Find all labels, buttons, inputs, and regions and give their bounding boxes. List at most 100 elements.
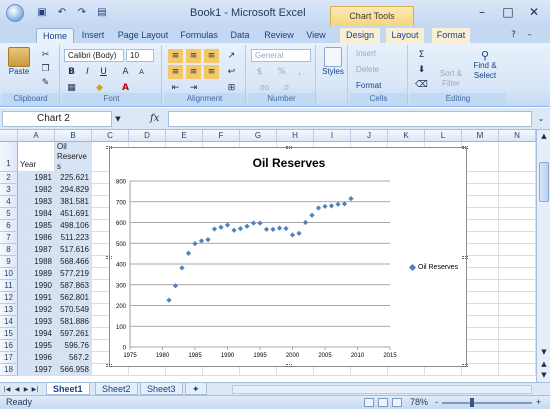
expand-formula-bar-icon[interactable]: ⌄	[535, 112, 547, 126]
number-format-select[interactable]: General	[251, 49, 311, 62]
cell-a11[interactable]: 1990	[18, 280, 55, 292]
row-header-10[interactable]: 10	[0, 268, 18, 280]
cell-a5[interactable]: 1984	[18, 208, 55, 220]
chart-object[interactable]: Oil Reserves 0 100 200 300 400 500 600 700 800 19…	[106, 146, 468, 367]
cell-b16[interactable]: 596.76	[55, 340, 92, 352]
sheet-tab-sheet1[interactable]: Sheet1	[46, 383, 90, 395]
zoom-slider[interactable]	[442, 402, 532, 404]
cell-b14[interactable]: 581.886	[55, 316, 92, 328]
percent-button[interactable]: %	[274, 65, 289, 79]
row-header-2[interactable]: 2	[0, 172, 18, 184]
cell-b2[interactable]: 225.621	[55, 172, 92, 184]
column-header-a[interactable]: A	[18, 130, 55, 142]
font-size-select[interactable]: 10	[126, 49, 154, 62]
sheet-tab-sheet2[interactable]: Sheet2	[95, 383, 138, 395]
cell-n11[interactable]	[499, 280, 536, 292]
row-header-13[interactable]: 13	[0, 304, 18, 316]
cell-b18[interactable]: 566.958	[55, 364, 92, 376]
align-top-icon[interactable]: ≡	[168, 49, 183, 63]
autosum-icon[interactable]: Σ	[414, 48, 429, 62]
row-header-17[interactable]: 17	[0, 352, 18, 364]
tab-review[interactable]: Review	[260, 28, 298, 43]
row-header-9[interactable]: 9	[0, 256, 18, 268]
row-header-14[interactable]: 14	[0, 316, 18, 328]
insert-sheet-icon[interactable]: ✦	[185, 383, 207, 395]
cell-b12[interactable]: 562.801	[55, 292, 92, 304]
format-painter-icon[interactable]: ✎	[38, 76, 53, 90]
page-break-view-icon[interactable]	[392, 398, 402, 407]
column-header-h[interactable]: H	[277, 130, 314, 142]
row-header-6[interactable]: 6	[0, 220, 18, 232]
cell-a16[interactable]: 1995	[18, 340, 55, 352]
print-preview-icon[interactable]: ▤	[94, 6, 110, 20]
cell-b11[interactable]: 587.863	[55, 280, 92, 292]
tab-layout[interactable]: Layout	[386, 28, 424, 43]
align-center-icon[interactable]: ≡	[186, 65, 201, 79]
cell-b4[interactable]: 381.581	[55, 196, 92, 208]
comma-button[interactable]: ,	[292, 65, 307, 79]
cell-a10[interactable]: 1989	[18, 268, 55, 280]
cell-n12[interactable]	[499, 292, 536, 304]
align-left-icon[interactable]: ≡	[168, 65, 183, 79]
minimize-icon[interactable]: –	[468, 4, 496, 20]
italic-button[interactable]: I	[80, 65, 95, 79]
tab-format[interactable]: Format	[432, 28, 470, 43]
cell-n2[interactable]	[499, 172, 536, 184]
page-layout-view-icon[interactable]	[378, 398, 388, 407]
first-sheet-icon[interactable]: |◀	[3, 384, 11, 395]
align-bottom-icon[interactable]: ≡	[204, 49, 219, 63]
last-sheet-icon[interactable]: ▶|	[31, 384, 39, 395]
column-header-j[interactable]: J	[351, 130, 388, 142]
help-icon[interactable]: ?	[506, 28, 521, 42]
column-header-n[interactable]: N	[499, 130, 536, 142]
undo-icon[interactable]: ↶	[54, 6, 70, 20]
column-header-b[interactable]: B	[55, 130, 92, 142]
cell-b6[interactable]: 498.106	[55, 220, 92, 232]
ribbon-minimize-icon[interactable]: –	[522, 28, 537, 42]
name-box[interactable]: Chart 2	[2, 111, 112, 127]
formula-input[interactable]	[168, 111, 532, 127]
scroll-down-icon[interactable]: ▼	[538, 347, 550, 358]
cell-a9[interactable]: 1988	[18, 256, 55, 268]
sheet-tab-sheet3[interactable]: Sheet3	[140, 383, 183, 395]
zoom-level[interactable]: 78%	[410, 397, 428, 407]
cell-n18[interactable]	[499, 364, 536, 376]
row-header-15[interactable]: 15	[0, 328, 18, 340]
cell-n7[interactable]	[499, 232, 536, 244]
tab-home[interactable]: Home	[36, 28, 74, 43]
cut-icon[interactable]: ✂	[38, 48, 53, 62]
cell-b3[interactable]: 294.829	[55, 184, 92, 196]
cell-n3[interactable]	[499, 184, 536, 196]
cell-a7[interactable]: 1986	[18, 232, 55, 244]
tab-insert[interactable]: Insert	[76, 28, 110, 43]
tab-formulas[interactable]: Formulas	[176, 28, 222, 43]
insert-cells-button[interactable]: Insert	[356, 49, 376, 59]
align-middle-icon[interactable]: ≡	[186, 49, 201, 63]
cell-a6[interactable]: 1985	[18, 220, 55, 232]
shrink-font-icon[interactable]: A	[134, 65, 149, 79]
grow-font-icon[interactable]: A	[118, 65, 133, 79]
styles-button[interactable]: Styles	[320, 47, 346, 77]
maximize-icon[interactable]: □	[494, 4, 522, 20]
column-header-i[interactable]: I	[314, 130, 351, 142]
tab-page-layout[interactable]: Page Layout	[114, 28, 172, 43]
row-header-18[interactable]: 18	[0, 364, 18, 376]
name-box-dropdown-icon[interactable]: ▼	[112, 111, 124, 127]
redo-icon[interactable]: ↷	[74, 6, 90, 20]
row-header-16[interactable]: 16	[0, 340, 18, 352]
insert-function-icon[interactable]: fx	[150, 113, 159, 124]
row-header-4[interactable]: 4	[0, 196, 18, 208]
column-header-d[interactable]: D	[129, 130, 166, 142]
cell-n9[interactable]	[499, 256, 536, 268]
cell-n1[interactable]	[499, 142, 536, 172]
vertical-scrollbar[interactable]: ▲ ▼ ▲ ▼	[536, 130, 550, 382]
tab-data[interactable]: Data	[226, 28, 254, 43]
normal-view-icon[interactable]	[364, 398, 374, 407]
column-header-m[interactable]: M	[462, 130, 499, 142]
cell-b9[interactable]: 568.466	[55, 256, 92, 268]
row-header-11[interactable]: 11	[0, 280, 18, 292]
fill-icon[interactable]: ⬇	[414, 63, 429, 77]
cell-n6[interactable]	[499, 220, 536, 232]
scroll-up-icon[interactable]: ▲	[538, 131, 550, 142]
cell-b5[interactable]: 451.691	[55, 208, 92, 220]
